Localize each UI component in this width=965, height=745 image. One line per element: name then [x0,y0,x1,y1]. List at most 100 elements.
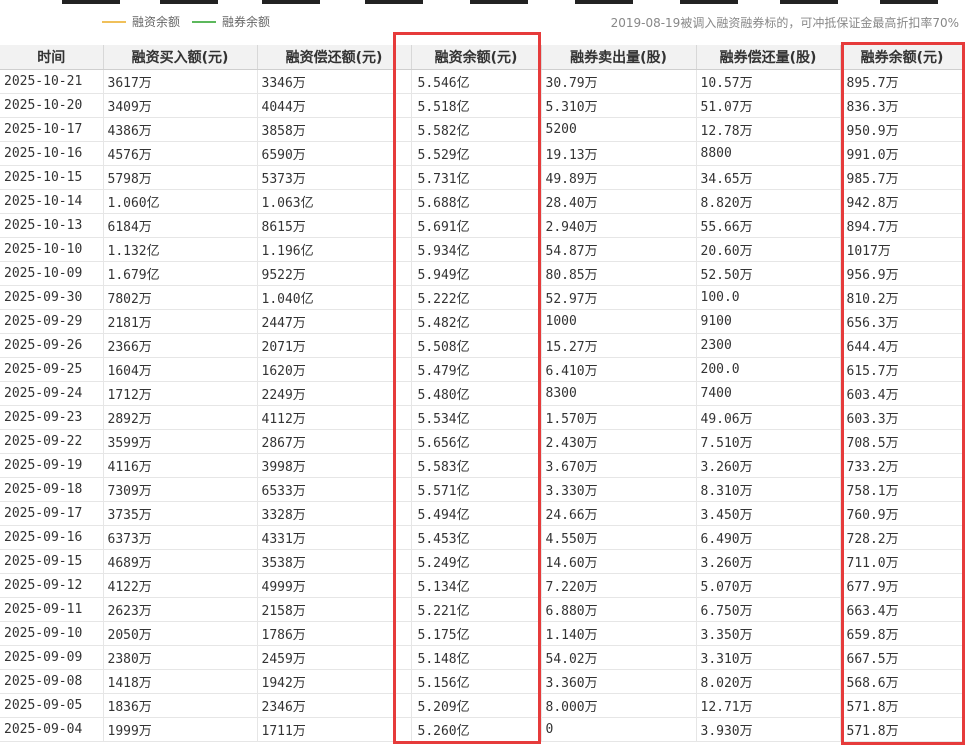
table-row[interactable]: 2025-09-23 2892万 4112万 5.534亿 1.570万 49.06万 60… [0,405,965,430]
financing-buy-cell: 4122万 [103,573,258,598]
short-sell-cell: 24.66万 [541,501,697,526]
table-row[interactable]: 2025-10-15 5798万 5373万 5.731亿 49.89万 34.65万 98… [0,165,965,190]
table-row[interactable]: 2025-09-29 2181万 2447万 5.482亿 1000 9100 656.3万 [0,309,965,334]
header-short-repay-volume[interactable]: 融券偿还量(股) [696,45,841,70]
date-cell: 2025-10-17 [0,117,104,142]
short-sell-cell: 1.140万 [541,621,697,646]
table-row[interactable]: 2025-10-13 6184万 8615万 5.691亿 2.940万 55.66万 89… [0,213,965,238]
financing-repay-cell: 4112万 [257,405,412,430]
short-repay-cell: 6.750万 [696,597,841,622]
short-repay-cell: 8.310万 [696,477,841,502]
date-cell: 2025-10-20 [0,93,104,118]
short-balance-cell: 810.2万 [840,285,965,310]
short-sell-cell: 3.360万 [541,669,697,694]
financing-buy-cell: 1712万 [103,381,258,406]
legend-item-securities-lending[interactable]: 融券余额 [192,13,270,30]
financing-balance-cell: 5.546亿 [411,69,542,94]
financing-buy-cell: 6184万 [103,213,258,238]
header-short-sell-volume[interactable]: 融券卖出量(股) [541,45,697,70]
financing-buy-cell: 4116万 [103,453,258,478]
short-repay-cell: 3.450万 [696,501,841,526]
financing-repay-cell: 3538万 [257,549,412,574]
short-sell-cell: 19.13万 [541,141,697,166]
financing-buy-cell: 4689万 [103,549,258,574]
date-cell: 2025-10-21 [0,69,104,94]
financing-repay-cell: 4999万 [257,573,412,598]
financing-repay-cell: 5373万 [257,165,412,190]
financing-buy-cell: 7309万 [103,477,258,502]
short-repay-cell: 3.260万 [696,453,841,478]
table-row[interactable]: 2025-09-10 2050万 1786万 5.175亿 1.140万 3.350万 65… [0,621,965,646]
financing-repay-cell: 2447万 [257,309,412,334]
table-row[interactable]: 2025-10-09 1.679亿 9522万 5.949亿 80.85万 52.50万 9… [0,261,965,286]
date-cell: 2025-09-15 [0,549,104,574]
table-row[interactable]: 2025-09-04 1999万 1711万 5.260亿 0 3.930万 571.8万 [0,717,965,742]
header-financing-balance[interactable]: 融资余额(元) [411,45,542,70]
short-sell-cell: 4.550万 [541,525,697,550]
short-sell-cell: 6.880万 [541,597,697,622]
financing-balance-cell: 5.479亿 [411,357,542,382]
table-row[interactable]: 2025-09-08 1418万 1942万 5.156亿 3.360万 8.020万 56… [0,669,965,694]
financing-buy-cell: 3735万 [103,501,258,526]
date-cell: 2025-09-26 [0,333,104,358]
financing-balance-cell: 5.731亿 [411,165,542,190]
table-row[interactable]: 2025-09-12 4122万 4999万 5.134亿 7.220万 5.070万 67… [0,573,965,598]
header-financing-buy[interactable]: 融资买入额(元) [103,45,258,70]
short-sell-cell: 2.940万 [541,213,697,238]
legend-item-financing[interactable]: 融资余额 [102,13,180,30]
short-balance-cell: 659.8万 [840,621,965,646]
table-row[interactable]: 2025-09-25 1604万 1620万 5.479亿 6.410万 200.0 615… [0,357,965,382]
table-row[interactable]: 2025-09-17 3735万 3328万 5.494亿 24.66万 3.450万 76… [0,501,965,526]
table-row[interactable]: 2025-10-14 1.060亿 1.063亿 5.688亿 28.40万 8.820万… [0,189,965,214]
short-balance-cell: 711.0万 [840,549,965,574]
table-row[interactable]: 2025-09-19 4116万 3998万 5.583亿 3.670万 3.260万 73… [0,453,965,478]
financing-repay-cell: 1.196亿 [257,237,412,262]
financing-balance-cell: 5.508亿 [411,333,542,358]
short-balance-cell: 667.5万 [840,645,965,670]
table-row[interactable]: 2025-09-05 1836万 2346万 5.209亿 8.000万 12.71万 57… [0,693,965,718]
short-balance-cell: 708.5万 [840,429,965,454]
financing-buy-cell: 4576万 [103,141,258,166]
financing-buy-cell: 1418万 [103,669,258,694]
financing-buy-cell: 3599万 [103,429,258,454]
date-cell: 2025-10-14 [0,189,104,214]
short-repay-cell: 2300 [696,333,841,358]
table-row[interactable]: 2025-09-11 2623万 2158万 5.221亿 6.880万 6.750万 66… [0,597,965,622]
financing-balance-cell: 5.249亿 [411,549,542,574]
legend-line-icon [102,20,126,23]
financing-repay-cell: 3328万 [257,501,412,526]
short-balance-cell: 656.3万 [840,309,965,334]
table-row[interactable]: 2025-10-16 4576万 6590万 5.529亿 19.13万 8800 991.… [0,141,965,166]
legend-label: 融券余额 [222,15,271,29]
table-row[interactable]: 2025-09-18 7309万 6533万 5.571亿 3.330万 8.310万 75… [0,477,965,502]
short-repay-cell: 49.06万 [696,405,841,430]
financing-balance-cell: 5.494亿 [411,501,542,526]
date-cell: 2025-09-19 [0,453,104,478]
date-cell: 2025-09-11 [0,597,104,622]
financing-buy-cell: 5798万 [103,165,258,190]
header-short-balance[interactable]: 融券余额(元) [840,45,965,70]
table-row[interactable]: 2025-09-24 1712万 2249万 5.480亿 8300 7400 603.4万 [0,381,965,406]
short-repay-cell: 3.350万 [696,621,841,646]
table-row[interactable]: 2025-09-15 4689万 3538万 5.249亿 14.60万 3.260万 71… [0,549,965,574]
table-row[interactable]: 2025-09-16 6373万 4331万 5.453亿 4.550万 6.490万 72… [0,525,965,550]
financing-balance-cell: 5.175亿 [411,621,542,646]
financing-repay-cell: 2459万 [257,645,412,670]
financing-balance-cell: 5.134亿 [411,573,542,598]
header-date[interactable]: 时间 [0,45,104,70]
table-row[interactable]: 2025-10-10 1.132亿 1.196亿 5.934亿 54.87万 20.60万… [0,237,965,262]
header-financing-repay[interactable]: 融资偿还额(元) [257,45,412,70]
table-row[interactable]: 2025-09-22 3599万 2867万 5.656亿 2.430万 7.510万 70… [0,429,965,454]
short-balance-cell: 942.8万 [840,189,965,214]
financing-repay-cell: 1620万 [257,357,412,382]
table-row[interactable]: 2025-10-17 4386万 3858万 5.582亿 5200 12.78万 950.… [0,117,965,142]
table-row[interactable]: 2025-10-21 3617万 3346万 5.546亿 30.79万 10.57万 89… [0,69,965,94]
table-row[interactable]: 2025-09-30 7802万 1.040亿 5.222亿 52.97万 100.0 81… [0,285,965,310]
short-repay-cell: 3.930万 [696,717,841,742]
date-cell: 2025-10-16 [0,141,104,166]
short-balance-cell: 644.4万 [840,333,965,358]
table-row[interactable]: 2025-09-26 2366万 2071万 5.508亿 15.27万 2300 644.… [0,333,965,358]
table-row[interactable]: 2025-10-20 3409万 4044万 5.518亿 5.310万 51.07万 83… [0,93,965,118]
date-cell: 2025-09-29 [0,309,104,334]
table-row[interactable]: 2025-09-09 2380万 2459万 5.148亿 54.02万 3.310万 66… [0,645,965,670]
